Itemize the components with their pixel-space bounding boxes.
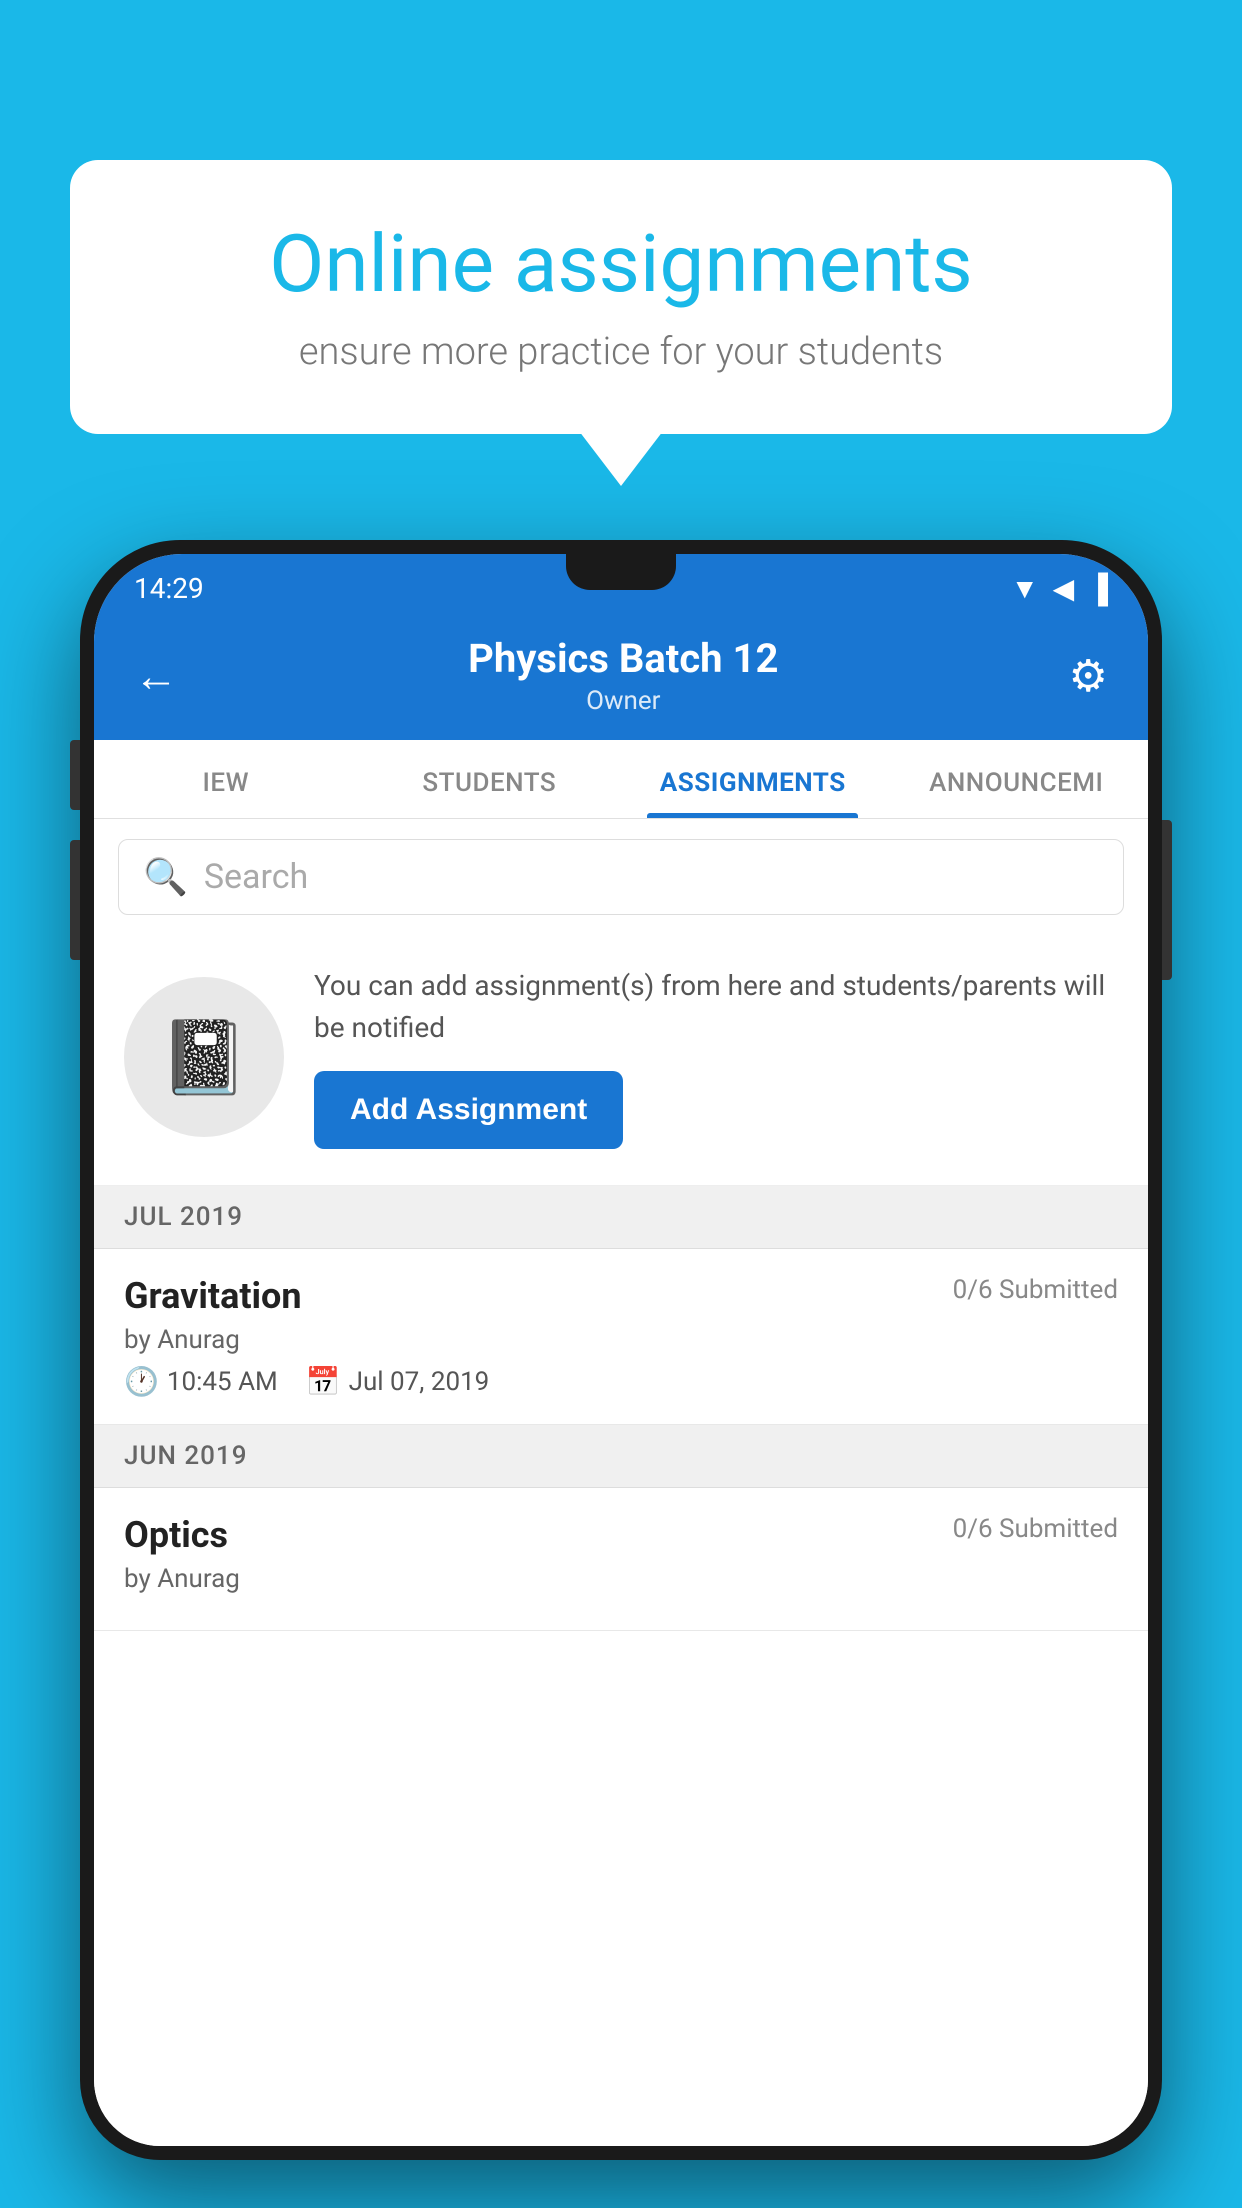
assignment-author-gravitation: by Anurag xyxy=(124,1325,1118,1355)
tab-iew[interactable]: IEW xyxy=(94,740,358,818)
wifi-icon: ▼ xyxy=(1011,572,1039,605)
app-header: ← Physics Batch 12 Owner ⚙ xyxy=(94,615,1148,740)
side-button xyxy=(70,740,80,810)
status-time: 14:29 xyxy=(134,572,204,605)
signal-icon: ◀ xyxy=(1053,572,1075,605)
battery-icon: ▐ xyxy=(1088,572,1108,605)
assignment-header-row: Gravitation 0/6 Submitted xyxy=(124,1275,1118,1317)
assignment-time-gravitation: 🕐 10:45 AM xyxy=(124,1365,278,1398)
assignment-date-gravitation: 📅 Jul 07, 2019 xyxy=(306,1365,490,1398)
month-header-jun: JUN 2019 xyxy=(94,1425,1148,1488)
header-center: Physics Batch 12 Owner xyxy=(468,635,778,716)
assignment-list: JUL 2019 Gravitation 0/6 Submitted by An… xyxy=(94,1186,1148,2146)
back-button[interactable]: ← xyxy=(134,650,178,702)
tab-students[interactable]: STUDENTS xyxy=(358,740,622,818)
speech-bubble-heading: Online assignments xyxy=(140,220,1102,308)
tab-bar: IEW STUDENTS ASSIGNMENTS ANNOUNCEMI xyxy=(94,740,1148,819)
assignment-author-optics: by Anurag xyxy=(124,1564,1118,1594)
speech-bubble-area: Online assignments ensure more practice … xyxy=(70,160,1172,434)
batch-role: Owner xyxy=(468,686,778,716)
assignment-submitted-gravitation: 0/6 Submitted xyxy=(953,1275,1118,1305)
search-container: 🔍 Search xyxy=(94,819,1148,935)
notch xyxy=(566,554,676,590)
add-assignment-button[interactable]: Add Assignment xyxy=(314,1071,623,1149)
calendar-icon: 📅 xyxy=(306,1365,341,1398)
status-icons: ▼ ◀ ▐ xyxy=(1011,572,1108,605)
month-header-jul: JUL 2019 xyxy=(94,1186,1148,1249)
settings-icon[interactable]: ⚙ xyxy=(1069,650,1108,702)
side-button-volume xyxy=(70,840,80,960)
assignment-title-optics: Optics xyxy=(124,1514,228,1556)
phone-screen: 14:29 ▼ ◀ ▐ ← Physics Batch 12 Owner ⚙ I… xyxy=(94,554,1148,2146)
assignment-optics[interactable]: Optics 0/6 Submitted by Anurag xyxy=(94,1488,1148,1631)
phone-frame: 14:29 ▼ ◀ ▐ ← Physics Batch 12 Owner ⚙ I… xyxy=(80,540,1162,2208)
assignment-title-gravitation: Gravitation xyxy=(124,1275,302,1317)
search-input[interactable]: Search xyxy=(204,857,1099,897)
promo-icon-circle: 📓 xyxy=(124,977,284,1137)
promo-text: You can add assignment(s) from here and … xyxy=(314,965,1118,1049)
promo-content: You can add assignment(s) from here and … xyxy=(314,965,1118,1149)
clock-icon: 🕐 xyxy=(124,1365,159,1398)
tab-assignments[interactable]: ASSIGNMENTS xyxy=(621,740,885,818)
speech-bubble-subtext: ensure more practice for your students xyxy=(140,330,1102,374)
speech-bubble: Online assignments ensure more practice … xyxy=(70,160,1172,434)
assignment-time-value: 10:45 AM xyxy=(167,1367,278,1397)
assignment-meta-gravitation: 🕐 10:45 AM 📅 Jul 07, 2019 xyxy=(124,1365,1118,1398)
assignment-date-value: Jul 07, 2019 xyxy=(349,1367,490,1397)
tab-announcements[interactable]: ANNOUNCEMI xyxy=(885,740,1149,818)
assignment-submitted-optics: 0/6 Submitted xyxy=(953,1514,1118,1544)
search-box[interactable]: 🔍 Search xyxy=(118,839,1124,915)
assignment-gravitation[interactable]: Gravitation 0/6 Submitted by Anurag 🕐 10… xyxy=(94,1249,1148,1425)
search-icon: 🔍 xyxy=(143,856,188,898)
notebook-icon: 📓 xyxy=(159,1015,249,1100)
batch-title: Physics Batch 12 xyxy=(468,635,778,682)
promo-section: 📓 You can add assignment(s) from here an… xyxy=(94,935,1148,1186)
assignment-header-row-optics: Optics 0/6 Submitted xyxy=(124,1514,1118,1556)
side-button-right xyxy=(1162,820,1172,980)
